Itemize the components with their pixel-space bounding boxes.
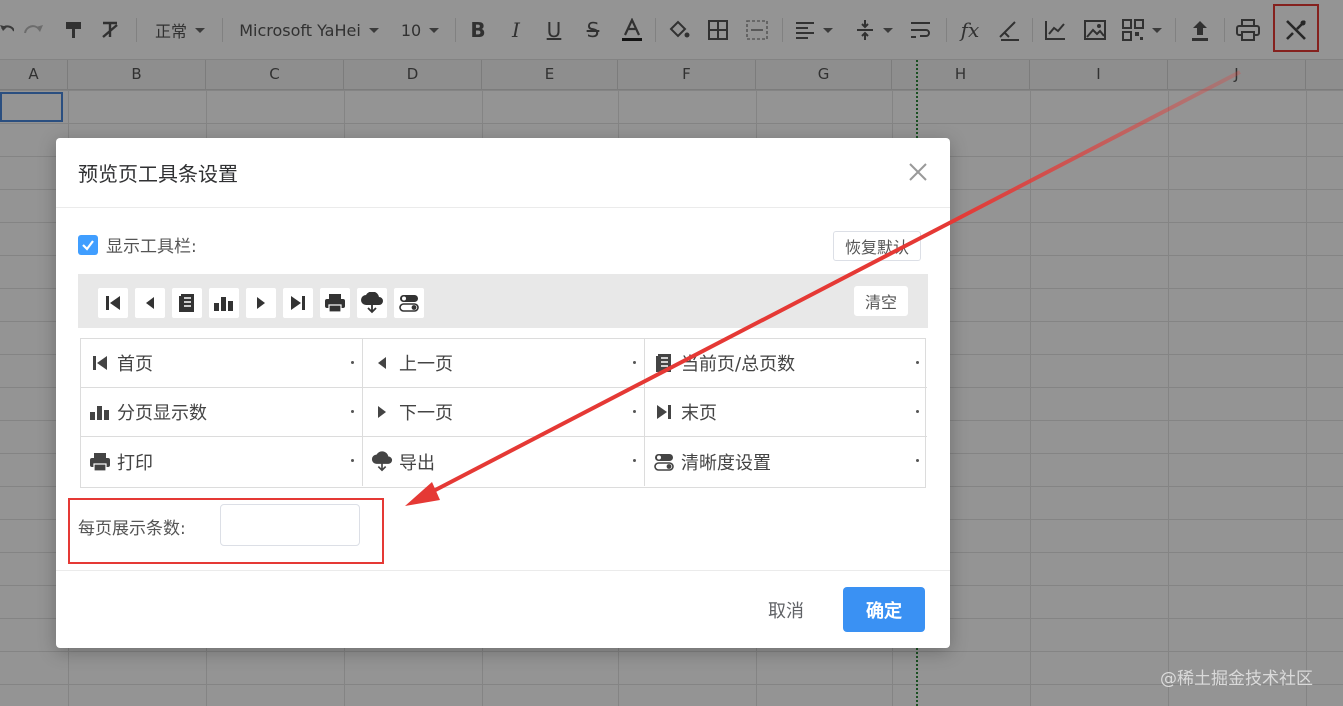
prev-page-icon[interactable] xyxy=(135,288,165,318)
toggle-settings-icon xyxy=(653,451,675,473)
toolbar-settings-dialog: 预览页工具条设置 显示工具栏: 恢复默认 清空 首页 上一页 当前页/总页数 分… xyxy=(56,138,950,648)
drag-handle-icon[interactable] xyxy=(351,459,354,462)
option-next-page[interactable]: 下一页 xyxy=(363,388,645,437)
last-page-icon[interactable] xyxy=(283,288,313,318)
option-resolution[interactable]: 清晰度设置 xyxy=(645,437,927,486)
page-count-icon[interactable] xyxy=(172,288,202,318)
watermark: @稀土掘金技术社区 xyxy=(1160,669,1313,689)
restore-default-button[interactable]: 恢复默认 xyxy=(833,231,921,261)
cloud-download-icon[interactable] xyxy=(357,288,387,318)
bar-chart-icon[interactable] xyxy=(209,288,239,318)
per-page-highlight-box xyxy=(68,498,384,564)
bar-chart-icon xyxy=(89,401,111,423)
page-count-icon xyxy=(653,352,675,374)
drag-handle-icon[interactable] xyxy=(916,459,919,462)
option-last-page[interactable]: 末页 xyxy=(645,388,927,437)
last-page-icon xyxy=(653,401,675,423)
confirm-button[interactable]: 确定 xyxy=(843,587,925,632)
first-page-icon xyxy=(89,352,111,374)
option-label: 上一页 xyxy=(399,354,453,375)
option-first-page[interactable]: 首页 xyxy=(81,339,363,388)
next-page-icon[interactable] xyxy=(246,288,276,318)
toolbar-preview: 清空 xyxy=(78,274,928,328)
clear-button[interactable]: 清空 xyxy=(854,286,908,316)
drag-handle-icon[interactable] xyxy=(633,361,636,364)
option-page-size[interactable]: 分页显示数 xyxy=(81,388,363,437)
print-icon xyxy=(89,451,111,473)
option-prev-page[interactable]: 上一页 xyxy=(363,339,645,388)
option-export[interactable]: 导出 xyxy=(363,437,645,486)
option-label: 下一页 xyxy=(399,403,453,424)
drag-handle-icon[interactable] xyxy=(351,410,354,413)
first-page-icon[interactable] xyxy=(98,288,128,318)
drag-handle-icon[interactable] xyxy=(916,361,919,364)
toggle-settings-icon[interactable] xyxy=(394,288,424,318)
show-toolbar-label[interactable]: 显示工具栏: xyxy=(106,232,197,257)
option-label: 清晰度设置 xyxy=(681,452,771,474)
option-label: 末页 xyxy=(681,403,717,424)
prev-page-icon xyxy=(371,352,393,374)
next-page-icon xyxy=(371,401,393,423)
cloud-download-icon xyxy=(371,450,393,473)
drag-handle-icon[interactable] xyxy=(633,410,636,413)
toolbar-options-grid: 首页 上一页 当前页/总页数 分页显示数 下一页 末页 打印 导出 清晰度设置 xyxy=(80,338,927,488)
cancel-button[interactable]: 取消 xyxy=(756,594,816,626)
dialog-title: 预览页工具条设置 xyxy=(78,162,238,186)
option-print[interactable]: 打印 xyxy=(81,437,363,486)
option-label: 分页显示数 xyxy=(117,403,207,424)
dialog-header: 预览页工具条设置 xyxy=(56,138,950,208)
option-label: 首页 xyxy=(117,354,153,375)
show-toolbar-checkbox[interactable] xyxy=(78,234,98,255)
drag-handle-icon[interactable] xyxy=(351,361,354,364)
show-toolbar-row: 显示工具栏: xyxy=(78,232,197,257)
drag-handle-icon[interactable] xyxy=(633,459,636,462)
option-label: 导出 xyxy=(399,452,435,474)
option-page-count[interactable]: 当前页/总页数 xyxy=(645,339,927,388)
option-label: 当前页/总页数 xyxy=(681,354,796,375)
print-icon[interactable] xyxy=(320,288,350,318)
drag-handle-icon[interactable] xyxy=(916,410,919,413)
close-icon[interactable] xyxy=(904,158,932,186)
option-label: 打印 xyxy=(117,452,153,474)
